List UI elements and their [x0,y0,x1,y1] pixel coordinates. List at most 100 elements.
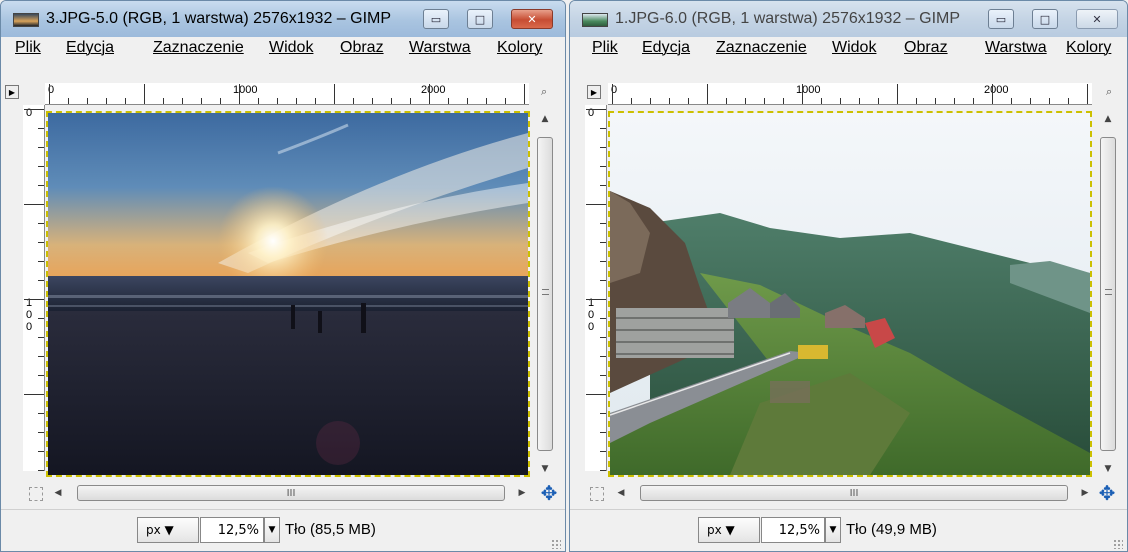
scroll-right-button[interactable]: ▶ [515,485,529,501]
unit-selector[interactable]: px ▼ [698,517,760,543]
zoom-icon[interactable]: ⌕ [541,85,555,99]
zoom-dropdown-button[interactable]: ▼ [825,517,841,543]
vertical-scrollbar[interactable]: ▲ ▼ [1098,111,1118,477]
menu-zaznaczenie[interactable]: Zaznaczenie [153,39,244,57]
navigate-icon[interactable]: ✥ [1097,483,1117,504]
menu-kolory[interactable]: Kolory [497,39,542,57]
vertical-scroll-thumb[interactable] [1100,137,1116,451]
menu-plik[interactable]: Plik [15,39,41,57]
ruler-tick [586,109,606,110]
ruler-tick [38,128,44,129]
image-canvas[interactable] [608,111,1092,477]
ruler-tick [600,375,606,376]
ruler-label: 0 [588,107,595,119]
play-icon: ▶ [8,87,16,97]
unit-selector[interactable]: px ▼ [137,517,199,543]
ruler-tick [524,84,525,104]
grip-icon: III [849,487,859,499]
horizontal-ruler[interactable]: 0 1000 2000 [608,83,1092,105]
quick-mask-icon[interactable] [590,487,604,501]
menu-widok[interactable]: Widok [832,39,876,57]
menu-edycja[interactable]: Edycja [642,39,690,57]
vertical-ruler[interactable]: 0 1 0 0 [23,105,45,471]
ruler-tick [448,98,449,104]
close-button[interactable]: ✕ [1076,9,1118,29]
zoom-input[interactable]: 12,5% [200,517,264,543]
title-bar[interactable]: 3.JPG-5.0 (RGB, 1 warstwa) 2576x1932 – G… [1,1,565,37]
menu-bar: Plik Edycja Zaznaczenie Widok Obraz Wars… [1,37,565,59]
ruler-tick [878,98,879,104]
zoom-value: 12,5% [217,522,259,538]
scroll-up-button[interactable]: ▲ [1098,111,1118,127]
gimp-window-1[interactable]: 3.JPG-5.0 (RGB, 1 warstwa) 2576x1932 – G… [0,0,566,552]
ruler-label: 0 [588,309,595,321]
horizontal-scroll-thumb[interactable]: III [640,485,1068,501]
scroll-down-button[interactable]: ▼ [535,461,555,477]
ruler-tick [600,432,606,433]
zoom-icon[interactable]: ⌕ [1106,85,1120,99]
gimp-window-2[interactable]: 1.JPG-6.0 (RGB, 1 warstwa) 2576x1932 – G… [569,0,1128,552]
ruler-tick [220,98,221,104]
ruler-tick [726,98,727,104]
scroll-up-button[interactable]: ▲ [535,111,555,127]
grip-icon [542,289,549,295]
menu-obraz[interactable]: Obraz [904,39,948,57]
zoom-dropdown-button[interactable]: ▼ [264,517,280,543]
ruler-tick [586,299,606,300]
menu-widok[interactable]: Widok [269,39,313,57]
ruler-tick [24,394,44,395]
vertical-ruler[interactable]: 0 1 0 0 [585,105,607,471]
scroll-left-button[interactable]: ◀ [51,485,65,501]
navigate-icon[interactable]: ✥ [539,483,559,504]
image-canvas[interactable] [46,111,530,477]
horizontal-scroll-thumb[interactable]: III [77,485,505,501]
arrow-left-icon: ◀ [617,488,625,498]
menu-warstwa[interactable]: Warstwa [409,39,471,57]
vertical-scroll-thumb[interactable] [537,137,553,451]
ruler-tick [38,413,44,414]
horizontal-scrollbar[interactable]: ◀ III ▶ [614,483,1094,503]
ruler-tick [600,242,606,243]
horizontal-scrollbar[interactable]: ◀ III ▶ [51,483,531,503]
zoom-value: 12,5% [778,522,820,538]
dropdown-icon: ▼ [725,523,735,537]
maximize-button[interactable]: □ [1032,9,1058,29]
ruler-label: 1 [26,297,33,309]
horizontal-ruler[interactable]: 0 1000 2000 [45,83,529,105]
scroll-left-button[interactable]: ◀ [614,485,628,501]
resize-grip-icon[interactable] [1113,539,1123,549]
close-button[interactable]: ✕ [511,9,553,29]
minimize-icon: ▭ [430,12,442,26]
menu-warstwa[interactable]: Warstwa [985,39,1047,57]
ruler-tick [586,394,606,395]
ruler-tick [372,98,373,104]
ruler-tick [201,98,202,104]
resize-grip-icon[interactable] [551,539,561,549]
ruler-tick [125,98,126,104]
zoom-input[interactable]: 12,5% [761,517,825,543]
menu-arrow-button[interactable]: ▶ [587,85,601,99]
menu-zaznaczenie[interactable]: Zaznaczenie [716,39,807,57]
vertical-scrollbar[interactable]: ▲ ▼ [535,111,555,477]
scroll-right-button[interactable]: ▶ [1078,485,1092,501]
scroll-down-button[interactable]: ▼ [1098,461,1118,477]
mountain-road-photo [610,113,1090,475]
menu-edycja[interactable]: Edycja [66,39,114,57]
menu-kolory[interactable]: Kolory [1066,39,1111,57]
ruler-tick [391,98,392,104]
minimize-button[interactable]: ▭ [423,9,449,29]
title-bar[interactable]: 1.JPG-6.0 (RGB, 1 warstwa) 2576x1932 – G… [570,1,1127,37]
ruler-tick [38,185,44,186]
quick-mask-icon[interactable] [29,487,43,501]
menu-obraz[interactable]: Obraz [340,39,384,57]
arrow-left-icon: ◀ [54,488,62,498]
maximize-button[interactable]: □ [467,9,493,29]
menu-plik[interactable]: Plik [592,39,618,57]
window-title: 3.JPG-5.0 (RGB, 1 warstwa) 2576x1932 – G… [46,10,392,27]
ruler-tick [38,166,44,167]
ruler-tick [68,98,69,104]
close-icon: ✕ [527,12,537,26]
menu-arrow-button[interactable]: ▶ [5,85,19,99]
minimize-button[interactable]: ▭ [988,9,1014,29]
ruler-tick [1049,98,1050,104]
